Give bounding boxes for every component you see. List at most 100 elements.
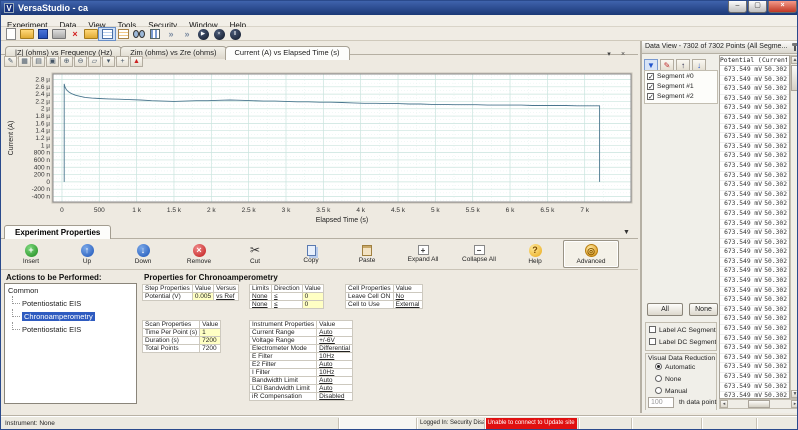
- checkbox-label-dc-segments[interactable]: [649, 338, 656, 345]
- table-cell[interactable]: Auto: [317, 377, 353, 385]
- table-cell[interactable]: Auto: [317, 385, 353, 393]
- tree-node-common[interactable]: Common: [8, 286, 136, 296]
- radio-manual[interactable]: [655, 387, 662, 394]
- edit-plot-icon[interactable]: ✎: [4, 56, 17, 67]
- table-cell[interactable]: 10Hz: [317, 353, 353, 361]
- help-button[interactable]: ?Help: [507, 240, 563, 268]
- vertical-scroll-thumb[interactable]: [791, 65, 798, 91]
- data-table-vertical-scrollbar[interactable]: ▲ ▼: [790, 55, 798, 399]
- collapse-all-button[interactable]: −Collapse All: [451, 240, 507, 268]
- table-cell[interactable]: 1: [200, 329, 221, 337]
- tree-node-potentiostatic-eis[interactable]: Potentiostatic EIS: [8, 296, 136, 309]
- table-row[interactable]: 673.549 mV50.302: [720, 66, 789, 76]
- table-row[interactable]: 673.549 mV50.302: [720, 95, 789, 105]
- table-row[interactable]: 673.549 mV50.302: [720, 229, 789, 239]
- tab-experiment-properties[interactable]: Experiment Properties: [4, 225, 111, 239]
- graph-view-icon[interactable]: [115, 28, 131, 40]
- table-row[interactable]: 673.549 mV50.302: [720, 76, 789, 86]
- table-row[interactable]: 673.549 mV50.302: [720, 220, 789, 230]
- minimize-button[interactable]: –: [728, 1, 747, 13]
- expand-all-button[interactable]: +Expand All: [395, 240, 451, 268]
- table-row[interactable]: 673.549 mV50.302: [720, 172, 789, 182]
- segment-checkbox[interactable]: ✓: [647, 73, 654, 80]
- table-cell[interactable]: ≤: [271, 293, 302, 301]
- run-button[interactable]: ▶: [195, 28, 211, 40]
- zoom-in-icon[interactable]: ⊕: [60, 56, 73, 67]
- table-cell[interactable]: 7200: [200, 337, 221, 345]
- segment-checkbox[interactable]: ✓: [647, 83, 654, 90]
- delete-icon[interactable]: ×: [67, 28, 83, 40]
- table-row[interactable]: 673.549 mV50.302: [720, 373, 789, 383]
- pin-icon[interactable]: [794, 44, 796, 51]
- table-row[interactable]: 673.549 mV50.302: [720, 392, 789, 399]
- tab-current-a-vs-elapsed-time-s[interactable]: Current (A) vs Elapsed Time (s): [225, 46, 350, 60]
- table-row[interactable]: 673.549 mV50.302: [720, 363, 789, 373]
- table-cell[interactable]: vs Ref: [214, 293, 239, 301]
- fast-forward-icon[interactable]: »: [179, 28, 195, 40]
- grid-setup-icon[interactable]: ▤: [32, 56, 45, 67]
- table-cell[interactable]: None: [250, 293, 272, 301]
- radio-automatic[interactable]: [655, 363, 662, 370]
- table-row[interactable]: 673.549 mV50.302: [720, 344, 789, 354]
- table-row[interactable]: 673.549 mV50.302: [720, 296, 789, 306]
- table-row[interactable]: 673.549 mV50.302: [720, 181, 789, 191]
- table-row[interactable]: 673.549 mV50.302: [720, 191, 789, 201]
- table-row[interactable]: 673.549 mV50.302: [720, 383, 789, 393]
- find-icon[interactable]: [131, 28, 147, 40]
- none-segments-button[interactable]: None: [689, 303, 718, 316]
- stop-button[interactable]: ×: [211, 28, 227, 40]
- step-forward-icon[interactable]: »: [163, 28, 179, 40]
- table-row[interactable]: 673.549 mV50.302: [720, 133, 789, 143]
- data-view-icon[interactable]: [99, 28, 115, 40]
- tree-node-potentiostatic-eis[interactable]: Potentiostatic EIS: [8, 322, 136, 335]
- table-cell[interactable]: 10Hz: [317, 369, 353, 377]
- table-row[interactable]: 673.549 mV50.302: [720, 152, 789, 162]
- copy-chart-icon[interactable]: ▱: [88, 56, 101, 67]
- table-cell[interactable]: External: [393, 301, 422, 309]
- table-cell[interactable]: 0.005: [192, 293, 213, 301]
- table-row[interactable]: 673.549 mV50.302: [720, 354, 789, 364]
- scroll-up-button[interactable]: ▲: [791, 56, 798, 64]
- radio-none[interactable]: [655, 375, 662, 382]
- paste-button[interactable]: Paste: [339, 240, 395, 268]
- axes-setup-icon[interactable]: ▦: [18, 56, 31, 67]
- table-row[interactable]: 673.549 mV50.302: [720, 277, 789, 287]
- table-row[interactable]: 673.549 mV50.302: [720, 287, 789, 297]
- table-row[interactable]: 673.549 mV50.302: [720, 306, 789, 316]
- table-row[interactable]: 673.549 mV50.302: [720, 143, 789, 153]
- remove-button[interactable]: ×Remove: [171, 240, 227, 268]
- data-point-interval-input[interactable]: [648, 397, 674, 408]
- table-row[interactable]: 673.549 mV50.302: [720, 162, 789, 172]
- scroll-down-button[interactable]: ▼: [791, 390, 798, 398]
- advanced-button[interactable]: ◎Advanced: [563, 240, 619, 268]
- scroll-right-button[interactable]: ▸: [791, 400, 798, 408]
- table-row[interactable]: 673.549 mV50.302: [720, 210, 789, 220]
- table-row[interactable]: 673.549 mV50.302: [720, 239, 789, 249]
- new-file-icon[interactable]: [3, 28, 19, 40]
- data-table-horizontal-scrollbar[interactable]: ◂ ▸: [719, 399, 798, 409]
- close-button[interactable]: ×: [768, 1, 797, 13]
- experiment-properties-dropdown[interactable]: ▼: [623, 229, 630, 236]
- table-row[interactable]: 673.549 mV50.302: [720, 315, 789, 325]
- zoom-out-icon[interactable]: ⊖: [74, 56, 87, 67]
- alert-triangle-icon[interactable]: ▲: [130, 56, 143, 67]
- table-cell[interactable]: 0: [302, 293, 323, 301]
- table-row[interactable]: 673.549 mV50.302: [720, 114, 789, 124]
- table-row[interactable]: 673.549 mV50.302: [720, 258, 789, 268]
- table-row[interactable]: 673.549 mV50.302: [720, 104, 789, 114]
- table-row[interactable]: 673.549 mV50.302: [720, 325, 789, 335]
- table-row[interactable]: 673.549 mV50.302: [720, 124, 789, 134]
- scroll-left-button[interactable]: ◂: [720, 400, 728, 408]
- open-file-icon[interactable]: [19, 28, 35, 40]
- checkbox-label-ac-segments[interactable]: [649, 326, 656, 333]
- table-cell[interactable]: ≤: [271, 301, 302, 309]
- up-button[interactable]: ↑Up: [59, 240, 115, 268]
- insert-button[interactable]: +Insert: [3, 240, 59, 268]
- table-row[interactable]: 673.549 mV50.302: [720, 85, 789, 95]
- chart-dropdown-arrow[interactable]: ▾: [102, 56, 115, 67]
- table-cell[interactable]: 0: [302, 301, 323, 309]
- segment-checkbox[interactable]: ✓: [647, 93, 654, 100]
- table-row[interactable]: 673.549 mV50.302: [720, 267, 789, 277]
- table-cell[interactable]: No: [393, 293, 422, 301]
- zoom-box-icon[interactable]: ▣: [46, 56, 59, 67]
